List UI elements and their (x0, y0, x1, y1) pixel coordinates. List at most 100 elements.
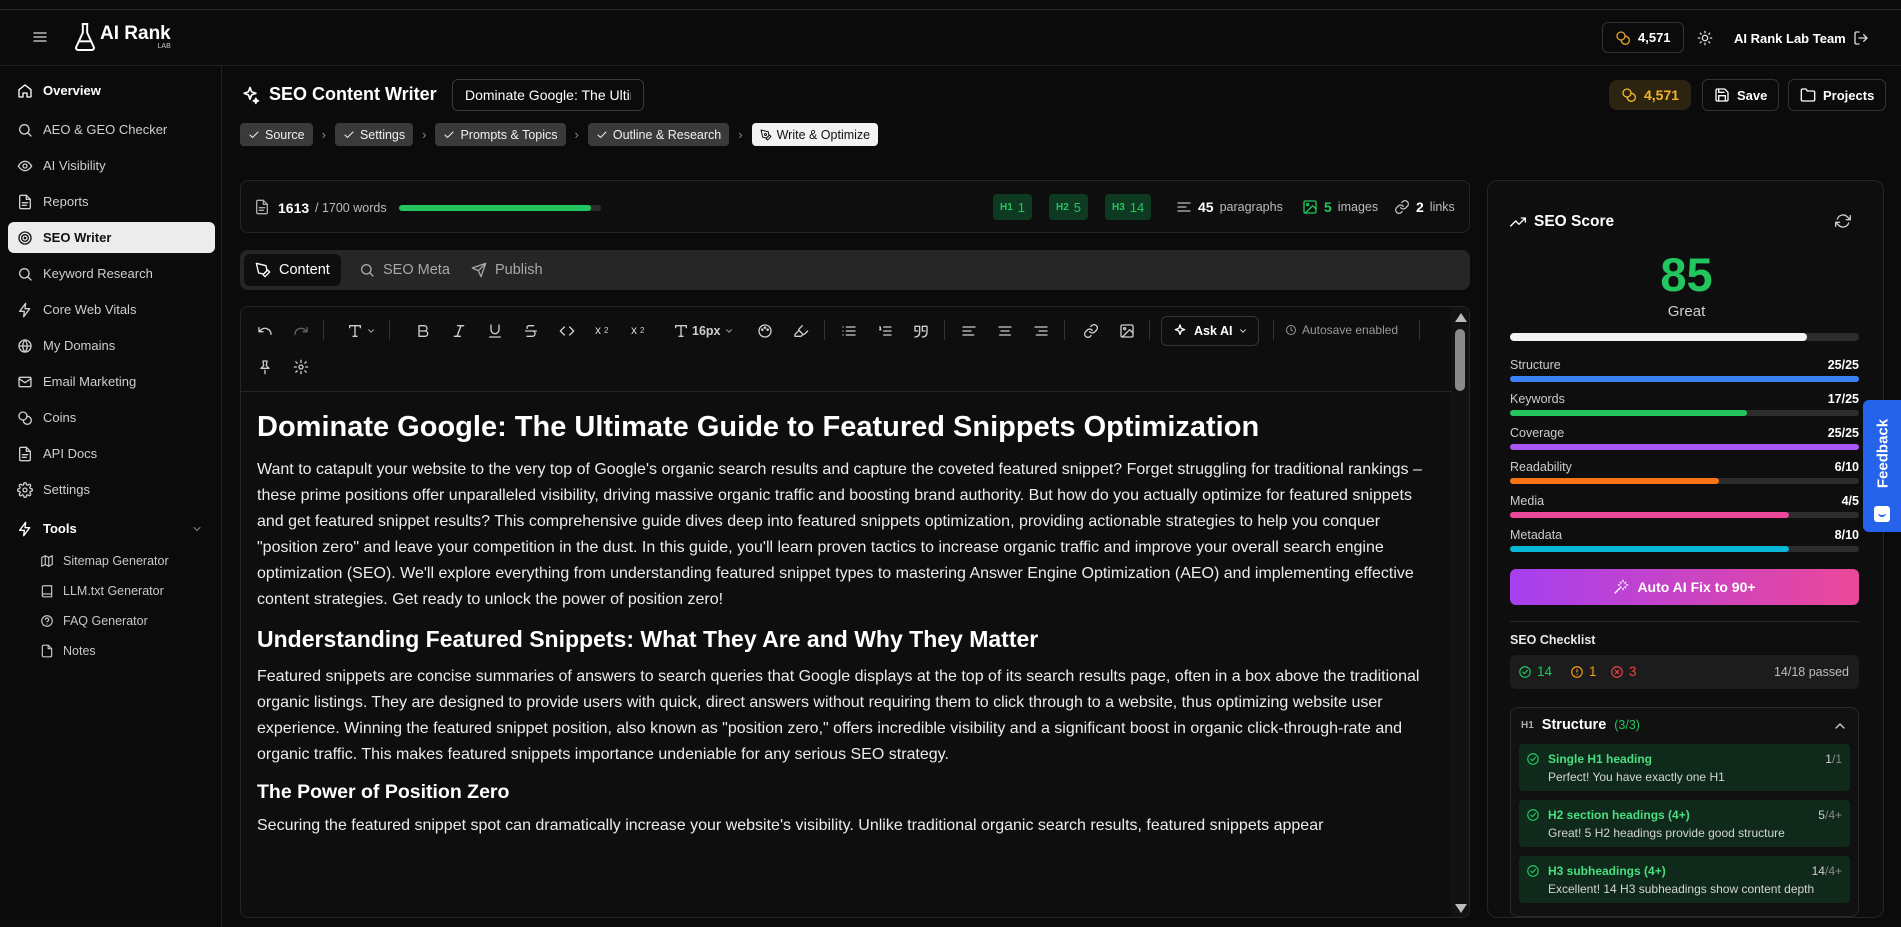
align-left-icon[interactable] (961, 323, 977, 339)
scroll-down-icon[interactable] (1455, 904, 1467, 913)
autosave-label: Autosave enabled (1302, 323, 1399, 337)
h3-count: 14 (1129, 199, 1145, 215)
save-button[interactable]: Save (1702, 79, 1780, 111)
bullet-list-icon[interactable] (841, 323, 857, 339)
step-prompts-topics[interactable]: Prompts & Topics (435, 123, 566, 146)
quote-icon[interactable] (913, 323, 929, 339)
page-title: SEO Content Writer (240, 84, 437, 105)
pin-icon[interactable] (257, 359, 273, 375)
scroll-thumb[interactable] (1455, 329, 1465, 391)
align-right-icon[interactable] (1033, 323, 1049, 339)
strikethrough-icon[interactable] (523, 323, 539, 339)
code-icon[interactable] (559, 323, 575, 339)
undo-icon[interactable] (257, 323, 273, 339)
palette-icon[interactable] (757, 323, 773, 339)
feedback-tab[interactable]: Feedback (1863, 400, 1901, 532)
document-title-input[interactable] (452, 79, 644, 111)
sidebar-item-settings[interactable]: Settings (8, 474, 215, 505)
passed-count: 14 (1537, 664, 1553, 679)
link-icon[interactable] (1083, 323, 1099, 339)
checklist-item-desc: Perfect! You have exactly one H1 (1548, 770, 1725, 784)
word-progress-bar (399, 205, 601, 211)
step-outline-research[interactable]: Outline & Research (587, 123, 730, 146)
coins-icon (17, 410, 33, 426)
heading-1-icon: H1 (1000, 201, 1013, 213)
step-write-optimize[interactable]: Write & Optimize (751, 123, 879, 146)
align-center-icon[interactable] (997, 323, 1013, 339)
sidebar-tools-toggle[interactable]: Tools (8, 513, 215, 544)
editor-content[interactable]: Dominate Google: The Ultimate Guide to F… (257, 409, 1427, 850)
sidebar-tool-sitemap-generator[interactable]: Sitemap Generator (40, 549, 169, 573)
sidebar-item-keyword-research[interactable]: Keyword Research (8, 258, 215, 289)
checklist-group-header[interactable]: H1 Structure (3/3) (1521, 717, 1640, 733)
image-icon[interactable] (1119, 323, 1135, 339)
italic-icon[interactable] (451, 323, 467, 339)
underline-icon[interactable] (487, 323, 503, 339)
check-circle-icon (1526, 808, 1540, 822)
ask-ai-label: Ask AI (1194, 324, 1233, 338)
sidebar-item-api-docs[interactable]: API Docs (8, 438, 215, 469)
tab-seo-meta[interactable]: SEO Meta (348, 254, 461, 286)
highlighter-icon[interactable] (793, 323, 809, 339)
bold-icon[interactable] (415, 323, 431, 339)
sidebar-item-aeo-geo-checker[interactable]: AEO & GEO Checker (8, 114, 215, 145)
top-bar: AI Rank LAB 4,571 AI Rank Lab Team (0, 9, 1901, 66)
sun-icon[interactable] (1697, 30, 1713, 46)
sparkles-icon (1172, 323, 1188, 339)
sidebar-item-ai-visibility[interactable]: AI Visibility (8, 150, 215, 181)
coins-balance[interactable]: 4,571 (1602, 22, 1684, 53)
word-target: / 1700 words (315, 201, 387, 215)
redo-icon[interactable] (293, 323, 309, 339)
logo[interactable]: AI Rank LAB (72, 20, 171, 54)
sidebar-tool-notes[interactable]: Notes (40, 639, 96, 663)
tab-content[interactable]: Content (244, 254, 341, 286)
seo-score-bar (1510, 333, 1859, 341)
sidebar-tool-llm-txt-generator[interactable]: LLM.txt Generator (40, 579, 164, 603)
team-name[interactable]: AI Rank Lab Team (1734, 31, 1846, 46)
projects-button[interactable]: Projects (1788, 79, 1887, 111)
save-icon (1714, 87, 1730, 103)
check-icon (343, 129, 355, 141)
sidebar-item-email-marketing[interactable]: Email Marketing (8, 366, 215, 397)
globe-icon (17, 338, 33, 354)
superscript-icon[interactable]: x2 (631, 323, 644, 337)
seo-score-label: Great (1667, 303, 1706, 320)
sidebar-item-seo-writer[interactable]: SEO Writer (8, 222, 215, 253)
toolbar-divider (1064, 320, 1065, 340)
sidebar-item-overview[interactable]: Overview (8, 75, 215, 106)
search-icon (359, 262, 375, 278)
menu-icon[interactable] (32, 29, 48, 45)
sidebar-item-core-web-vitals[interactable]: Core Web Vitals (8, 294, 215, 325)
target-icon (17, 230, 33, 246)
content-h3: The Power of Position Zero (257, 781, 510, 803)
metric-fill (1510, 478, 1720, 484)
chevron-up-icon[interactable] (1832, 718, 1848, 734)
step-source[interactable]: Source (240, 123, 313, 146)
sidebar-tool-faq-generator[interactable]: FAQ Generator (40, 609, 148, 633)
editor-scrollbar[interactable] (1451, 307, 1469, 917)
ordered-list-icon[interactable] (877, 323, 893, 339)
refresh-icon[interactable] (1835, 213, 1851, 229)
font-size-dropdown[interactable]: 16px (673, 323, 734, 339)
sidebar-item-label: Coins (43, 410, 77, 425)
heading-3-icon: H3 (1112, 201, 1125, 213)
toolbar-divider (389, 320, 390, 340)
step-settings[interactable]: Settings (334, 123, 414, 146)
sidebar-tool-label: Sitemap Generator (63, 554, 169, 568)
tab-publish[interactable]: Publish (460, 254, 554, 286)
sidebar-item-coins[interactable]: Coins (8, 402, 215, 433)
divider (1510, 621, 1859, 622)
subscript-icon[interactable]: x2 (595, 323, 608, 337)
sidebar-item-reports[interactable]: Reports (8, 186, 215, 217)
ask-ai-button[interactable]: Ask AI (1161, 316, 1260, 346)
auto-ai-fix-button[interactable]: Auto AI Fix to 90+ (1510, 569, 1859, 605)
pen-tool-icon (255, 262, 271, 278)
gear-icon[interactable] (293, 359, 309, 375)
logout-icon[interactable] (1853, 30, 1869, 46)
seo-title-text: SEO Score (1534, 213, 1615, 230)
toolbar-divider (824, 320, 825, 340)
scroll-up-icon[interactable] (1455, 313, 1467, 322)
text-style-dropdown[interactable] (347, 323, 376, 339)
file-icon (40, 644, 54, 658)
sidebar-item-my-domains[interactable]: My Domains (8, 330, 215, 361)
